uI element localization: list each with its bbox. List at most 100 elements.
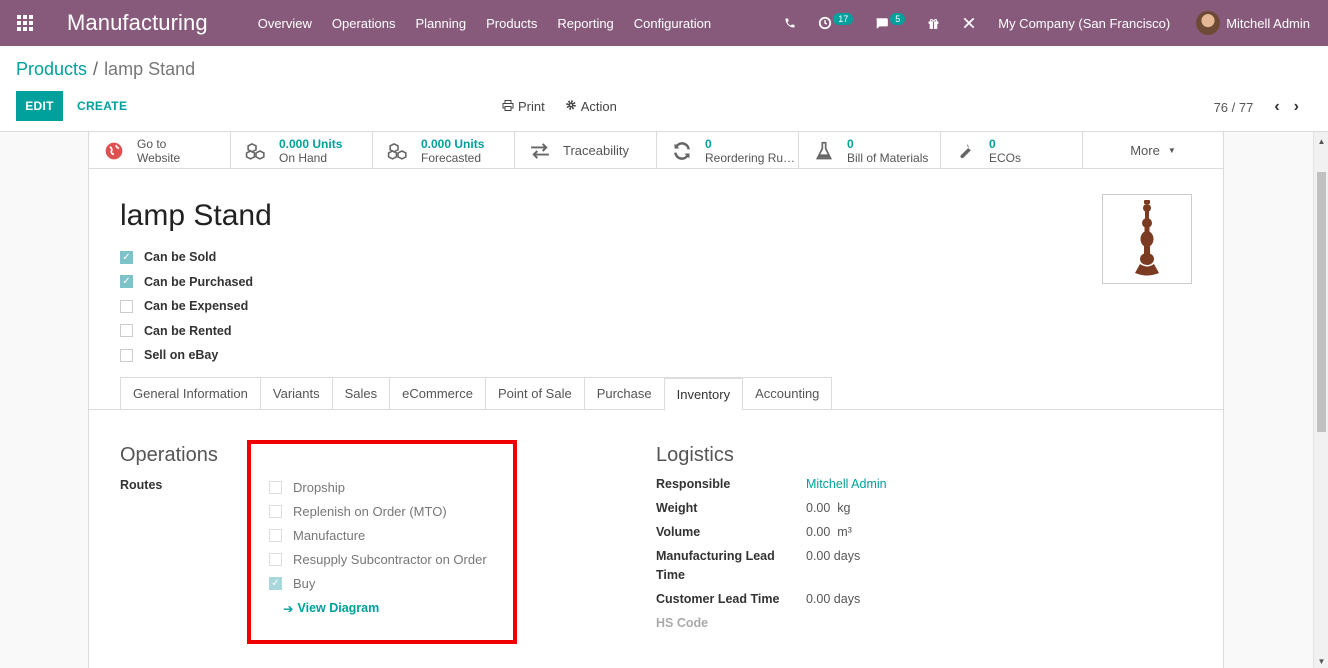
forecasted-value: 0.000 Units xyxy=(421,136,485,151)
flag-label: Can be Sold xyxy=(144,250,217,265)
on-hand-label: On Hand xyxy=(279,150,328,165)
scroll-down-icon[interactable]: ▼ xyxy=(1314,654,1328,668)
responsible-label: Responsible xyxy=(656,477,731,491)
exchange-icon xyxy=(529,142,551,159)
flag-can-be-expensed[interactable]: Can be Expensed xyxy=(120,294,253,319)
flask-icon xyxy=(813,141,835,161)
reordering-rules-value: 0 xyxy=(705,136,712,151)
flag-label: Can be Purchased xyxy=(144,274,254,289)
control-panel: Products / lamp Stand EDIT CREATE Print … xyxy=(0,46,1328,132)
logistics-weight-row: Weight 0.00 kg xyxy=(656,499,850,518)
traceability-button[interactable]: Traceability xyxy=(515,131,657,169)
main-menu: Overview Operations Planning Products Re… xyxy=(248,16,721,31)
menu-reporting[interactable]: Reporting xyxy=(547,16,623,31)
apps-menu-icon[interactable] xyxy=(0,0,50,46)
action-menus: Print Action xyxy=(502,99,637,114)
volume-label: Volume xyxy=(656,525,701,539)
website-button[interactable]: Go to Website xyxy=(89,131,231,169)
mfg-lead-value: 0.00 days xyxy=(806,549,861,563)
phone-icon[interactable] xyxy=(784,17,796,29)
create-button[interactable]: CREATE xyxy=(72,91,132,121)
volume-value: 0.00 m³ xyxy=(806,525,852,539)
tab-accounting[interactable]: Accounting xyxy=(742,377,833,410)
edit-button[interactable]: EDIT xyxy=(16,91,63,121)
tab-ecommerce[interactable]: eCommerce xyxy=(389,377,485,410)
menu-products[interactable]: Products xyxy=(476,16,547,31)
chevron-right-icon[interactable]: › xyxy=(1294,98,1299,116)
pager-value[interactable]: 76 / 77 xyxy=(1214,100,1254,115)
website-line2: Website xyxy=(137,150,181,165)
tab-sales[interactable]: Sales xyxy=(331,377,390,410)
globe-icon xyxy=(103,141,125,161)
mfg-lead-label-line1: Manufacturing Lead xyxy=(656,549,775,563)
app-brand[interactable]: Manufacturing xyxy=(67,10,208,36)
logistics-customer-lead-row: Customer Lead Time 0.00 days xyxy=(656,590,860,609)
customer-lead-value: 0.00 days xyxy=(806,592,861,606)
menu-planning[interactable]: Planning xyxy=(406,16,477,31)
vertical-scrollbar[interactable]: ▲ ▼ xyxy=(1313,132,1328,668)
flag-label: Sell on eBay xyxy=(144,348,219,363)
bill-of-materials-button[interactable]: 0 Bill of Materials xyxy=(799,131,941,169)
activity-badge: 17 xyxy=(833,13,854,25)
breadcrumb-products-link[interactable]: Products xyxy=(16,59,87,80)
print-label: Print xyxy=(518,99,545,114)
flag-sell-on-ebay[interactable]: Sell on eBay xyxy=(120,343,253,368)
tab-purchase[interactable]: Purchase xyxy=(583,377,664,410)
user-avatar xyxy=(1196,11,1221,35)
checkbox-checked-icon[interactable]: ✓ xyxy=(120,250,133,264)
product-name: lamp Stand xyxy=(120,199,272,232)
tab-general-information[interactable]: General Information xyxy=(120,377,260,410)
print-menu[interactable]: Print xyxy=(502,99,545,114)
checkbox-icon[interactable] xyxy=(120,324,133,338)
chevron-left-icon[interactable]: ‹ xyxy=(1274,98,1279,116)
activity-clock-icon[interactable]: 17 xyxy=(818,13,854,30)
product-flags: ✓ Can be Sold ✓ Can be Purchased Can be … xyxy=(120,245,253,368)
gift-icon[interactable] xyxy=(927,17,940,30)
operations-title: Operations xyxy=(120,444,218,466)
on-hand-value: 0.000 Units xyxy=(279,136,343,151)
checkbox-icon[interactable] xyxy=(120,299,133,313)
logistics-mfg-lead-row: Manufacturing Lead Time 0.00 days xyxy=(656,547,860,585)
responsible-link[interactable]: Mitchell Admin xyxy=(806,475,887,494)
reordering-rules-button[interactable]: 0 Reordering Rules xyxy=(657,131,799,169)
checkbox-icon[interactable] xyxy=(120,348,133,362)
ecos-value: 0 xyxy=(989,136,996,151)
tab-inventory[interactable]: Inventory xyxy=(663,377,743,411)
flag-label: Can be Rented xyxy=(144,323,232,338)
menu-configuration[interactable]: Configuration xyxy=(624,16,721,31)
user-menu[interactable]: Mitchell Admin xyxy=(1196,11,1310,35)
messages-badge: 5 xyxy=(890,13,906,25)
routes-label: Routes xyxy=(120,478,163,492)
bom-value: 0 xyxy=(847,136,854,151)
weight-label: Weight xyxy=(656,501,698,515)
menu-overview[interactable]: Overview xyxy=(248,16,322,31)
bom-label: Bill of Materials xyxy=(847,150,929,165)
messages-icon[interactable]: 5 xyxy=(875,13,906,30)
traceability-label: Traceability xyxy=(563,143,629,158)
action-menu[interactable]: Action xyxy=(565,99,617,114)
action-label: Action xyxy=(580,99,617,114)
checkbox-checked-icon[interactable]: ✓ xyxy=(120,275,133,289)
lamp-stand-image-icon xyxy=(1135,200,1159,276)
scroll-up-icon[interactable]: ▲ xyxy=(1314,134,1328,148)
pager: 76 / 77 ‹ › xyxy=(1214,98,1306,116)
flag-can-be-purchased[interactable]: ✓ Can be Purchased xyxy=(120,270,253,295)
flag-can-be-rented[interactable]: Can be Rented xyxy=(120,319,253,344)
forecasted-button[interactable]: 0.000 Units Forecasted xyxy=(373,131,515,169)
logistics-hs-code-row: HS Code xyxy=(656,614,806,633)
on-hand-button[interactable]: 0.000 Units On Hand xyxy=(231,131,373,169)
flag-can-be-sold[interactable]: ✓ Can be Sold xyxy=(120,245,253,270)
company-switcher[interactable]: My Company (San Francisco) xyxy=(998,16,1170,31)
product-image[interactable] xyxy=(1102,194,1192,284)
menu-operations[interactable]: Operations xyxy=(322,16,406,31)
scroll-thumb[interactable] xyxy=(1317,172,1326,432)
ecos-label: ECOs xyxy=(989,150,1022,165)
tab-variants[interactable]: Variants xyxy=(259,377,332,410)
tab-point-of-sale[interactable]: Point of Sale xyxy=(484,377,584,410)
ecos-button[interactable]: 0 ECOs xyxy=(941,131,1083,169)
tools-icon[interactable] xyxy=(962,16,976,30)
caret-down-icon: ▼ xyxy=(1167,146,1176,155)
more-button[interactable]: More ▼ xyxy=(1083,131,1223,169)
form-sheet: Go to Website 0.000 Units On Hand 0.000 … xyxy=(88,131,1224,668)
breadcrumb-separator: / xyxy=(93,59,99,79)
